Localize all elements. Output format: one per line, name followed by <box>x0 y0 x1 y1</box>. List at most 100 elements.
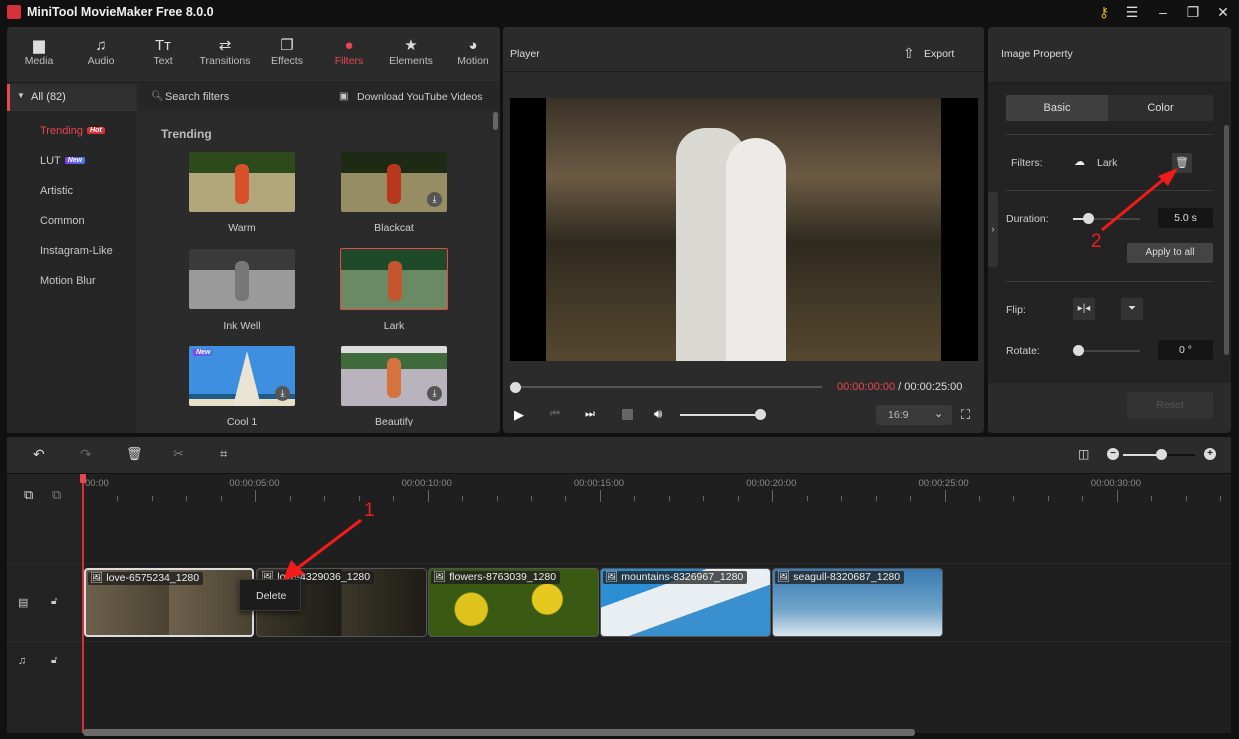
filter-thumb-blackcat[interactable]: ⤓ <box>341 152 447 212</box>
filter-icon: ☁ <box>1074 156 1085 168</box>
volume-knob[interactable] <box>755 409 766 420</box>
track-divider <box>7 563 1231 564</box>
filter-thumb-lark[interactable] <box>340 248 448 310</box>
context-menu-delete[interactable]: Delete <box>256 590 286 602</box>
clip-name: mountains-8326967_1280 <box>621 571 744 583</box>
key-icon[interactable]: ⚷ <box>1092 3 1116 23</box>
clip-mountains-8326967[interactable]: 🖼︎ mountains-8326967_1280 <box>600 568 771 637</box>
filter-thumb-cool-1[interactable]: New ⤓ <box>189 346 295 406</box>
export-button[interactable]: Export <box>924 48 954 60</box>
youtube-download-icon: ▣ <box>339 91 349 102</box>
collapse-panel-handle[interactable]: › <box>988 192 998 267</box>
tab-filters[interactable]: ● Filters <box>319 37 379 67</box>
playback-progress[interactable] <box>514 386 822 388</box>
ruler-tick <box>462 496 464 501</box>
split-icon[interactable]: ✂ <box>173 446 184 462</box>
zoom-out-icon[interactable]: − <box>1107 448 1119 460</box>
playback-knob[interactable] <box>510 382 521 393</box>
total-time: 00:00:25:00 <box>904 381 963 393</box>
close-icon[interactable]: ✕ <box>1211 3 1235 23</box>
filter-thumb-warm[interactable] <box>189 152 295 212</box>
ruler-tick-label: 00:00:20:00 <box>746 478 797 489</box>
fit-timeline-icon[interactable]: ◫ <box>1078 447 1089 461</box>
play-icon[interactable]: ▶ <box>514 407 524 423</box>
clip-love-6575234[interactable]: 🖼︎ love-6575234_1280 <box>84 568 254 637</box>
next-frame-icon[interactable]: ⏭ <box>585 408 595 421</box>
ruler-tick <box>737 496 739 501</box>
menu-icon[interactable]: ☰ <box>1120 3 1144 23</box>
tab-color[interactable]: Color <box>1108 95 1213 121</box>
category-all[interactable]: ▼ All (82) <box>7 84 136 111</box>
flip-vertical-icon[interactable]: ⏷ <box>1121 298 1143 320</box>
tab-text[interactable]: Tт Text <box>133 37 193 67</box>
category-instagram-like[interactable]: Instagram-Like <box>40 245 113 257</box>
add-track-icon[interactable]: ⧉ <box>24 487 33 503</box>
tab-elements[interactable]: ★ Elements <box>381 37 441 67</box>
filter-label: Beautify <box>375 416 413 426</box>
clip-seagull-8320687[interactable]: 🖼︎ seagull-8320687_1280 <box>772 568 943 637</box>
fullscreen-icon[interactable]: ⛶ <box>961 407 970 423</box>
crop-icon[interactable]: ⌗ <box>220 446 227 462</box>
tab-label: Filters <box>334 55 364 67</box>
ruler-tick-label: 00:00:25:00 <box>918 478 969 489</box>
toolbar-divider <box>7 82 500 83</box>
timeline-ruler[interactable]: 00:00 00:00:05:00 00:00:10:00 00:00:15:00 00… <box>83 474 1231 504</box>
download-icon[interactable]: ⤓ <box>427 386 442 401</box>
category-motion-blur[interactable]: Motion Blur <box>40 275 96 287</box>
tab-motion[interactable]: ◕ Motion <box>443 37 503 67</box>
filter-thumb-ink-well[interactable] <box>189 249 295 309</box>
tab-transitions[interactable]: ⇄ Transitions <box>195 37 255 67</box>
ruler-tick <box>186 496 188 501</box>
category-lut[interactable]: LUT New <box>40 155 86 167</box>
ruler-tick <box>1220 496 1222 501</box>
clip-flowers-8763039[interactable]: 🖼︎ flowers-8763039_1280 <box>428 568 599 637</box>
undo-icon[interactable]: ↶ <box>33 446 45 463</box>
timeline-scrollbar[interactable] <box>83 729 915 736</box>
tab-label: Effects <box>271 55 303 67</box>
tab-label: Transitions <box>199 55 251 67</box>
lock-icon[interactable]: 🔓︎ <box>51 655 57 666</box>
zoom-in-icon[interactable]: + <box>1204 448 1216 460</box>
category-trending[interactable]: Trending Hot <box>40 125 105 137</box>
maximize-icon[interactable]: ❐ <box>1181 3 1205 23</box>
player-divider <box>503 71 984 72</box>
property-scrollbar[interactable] <box>1224 125 1229 355</box>
tab-label: Media <box>24 55 54 67</box>
tab-audio[interactable]: ♫ Audio <box>71 37 131 67</box>
rotate-knob[interactable] <box>1073 345 1084 356</box>
tab-effects[interactable]: ❐ Effects <box>257 37 317 67</box>
filter-label: Ink Well <box>223 320 261 332</box>
image-icon: 🖼︎ <box>90 572 107 584</box>
redo-icon[interactable]: ↷ <box>80 446 92 463</box>
tab-label: Motion <box>457 55 489 67</box>
category-all-label: All (82) <box>31 91 66 103</box>
stop-icon[interactable] <box>622 409 633 420</box>
tab-media[interactable]: ▆ Media <box>9 37 69 67</box>
category-common[interactable]: Common <box>40 215 85 227</box>
playhead-handle[interactable] <box>80 474 86 483</box>
video-preview[interactable] <box>510 98 978 361</box>
minimize-icon[interactable]: – <box>1151 3 1175 23</box>
clip-label: 🖼︎ seagull-8320687_1280 <box>775 571 905 584</box>
tab-basic[interactable]: Basic <box>1006 95 1108 121</box>
filters-scrollbar[interactable] <box>493 112 498 130</box>
download-icon[interactable]: ⤓ <box>275 386 290 401</box>
time-display: 00:00:00:00 / 00:00:25:00 <box>837 381 962 393</box>
search-filters-input[interactable]: Search filters <box>165 91 315 105</box>
volume-icon[interactable]: 🔊︎ <box>654 406 662 422</box>
download-youtube-link[interactable]: Download YouTube Videos <box>357 91 483 103</box>
aspect-ratio-select[interactable]: 16:9 ⌄ <box>876 405 952 425</box>
delete-icon[interactable]: 🗑︎ <box>126 446 143 462</box>
previous-frame-icon[interactable]: ⏮ <box>550 408 560 421</box>
flip-horizontal-icon[interactable]: ▸|◂ <box>1073 298 1095 320</box>
remove-track-icon[interactable]: ⧉ <box>52 487 61 503</box>
download-icon[interactable]: ⤓ <box>427 192 442 207</box>
filter-thumb-beautify[interactable]: ⤓ <box>341 346 447 406</box>
lock-icon[interactable]: 🔓︎ <box>51 596 57 607</box>
timeline-zoom-knob[interactable] <box>1156 449 1167 460</box>
image-icon: 🖼︎ <box>605 571 622 583</box>
volume-slider[interactable] <box>680 414 760 416</box>
category-artistic[interactable]: Artistic <box>40 185 73 197</box>
reset-button[interactable]: Reset <box>1127 392 1213 418</box>
rotate-input[interactable]: 0 ° <box>1158 340 1213 360</box>
